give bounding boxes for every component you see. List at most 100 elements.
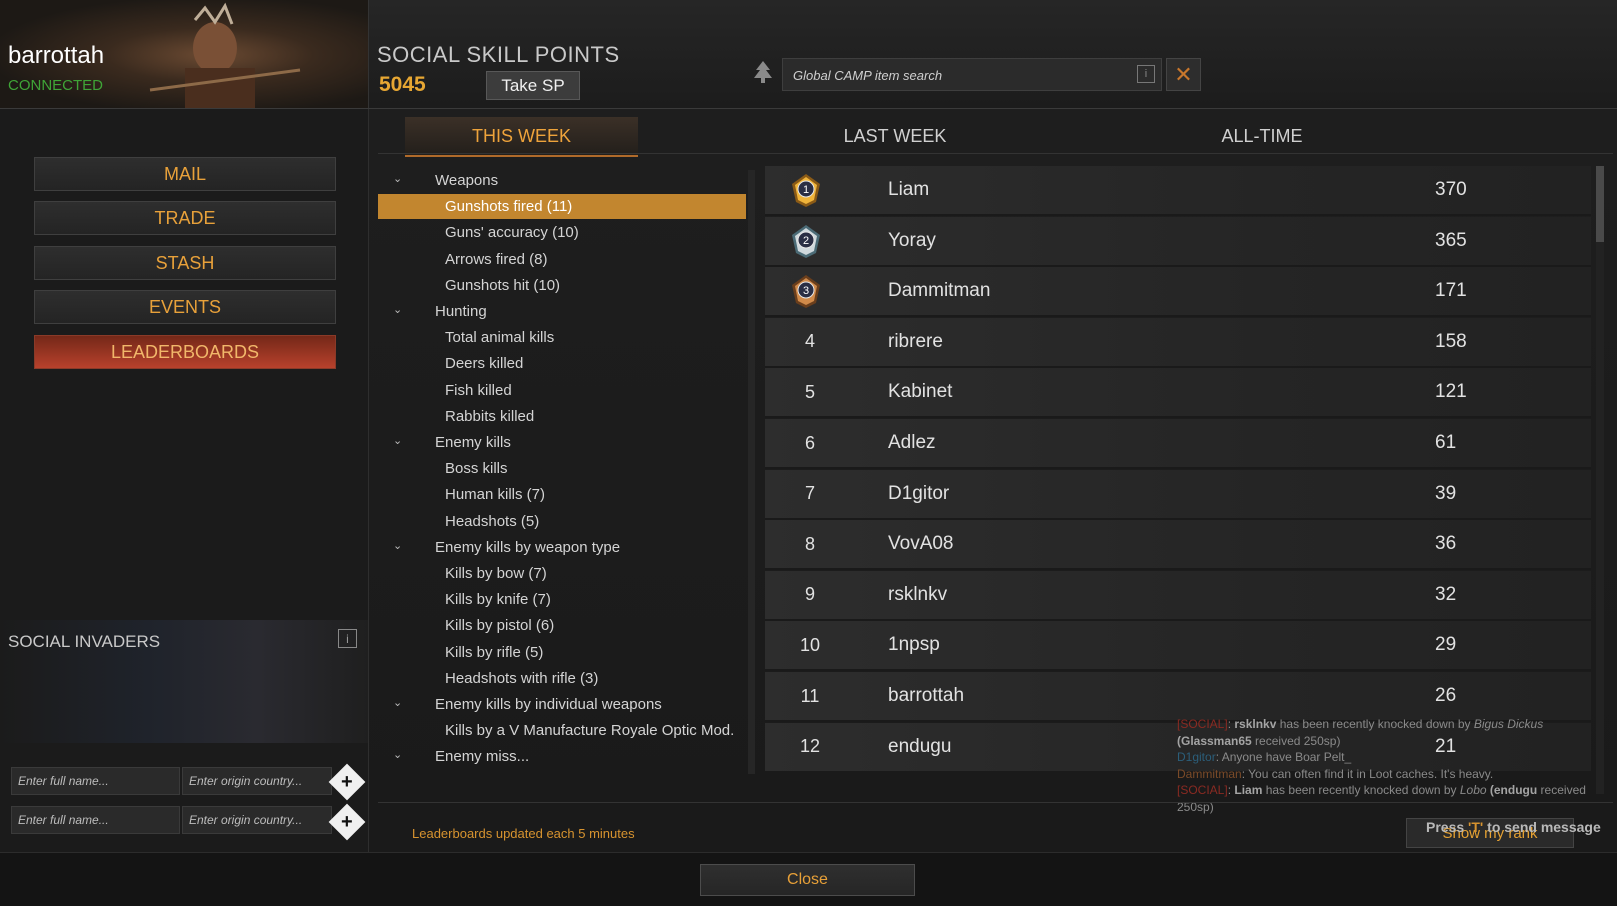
player-name-cell: Dammitman [888, 280, 991, 302]
table-row[interactable]: 6 Adlez 61 [765, 419, 1591, 469]
tree-group[interactable]: ⌄ Enemy kills by individual weapons [378, 692, 746, 717]
hint-text: Press [1426, 819, 1469, 835]
tab-this-week[interactable]: THIS WEEK [405, 117, 638, 157]
rank-number: 7 [804, 483, 815, 504]
nav-events-button[interactable]: EVENTS [34, 290, 336, 324]
tree-item[interactable]: Kills by rifle (5) [378, 640, 746, 665]
chat-line: [SOCIAL]: Liam has been recently knocked… [1177, 783, 1586, 814]
tree-label: Kills by pistol (6) [445, 617, 555, 635]
close-button[interactable]: Close [700, 864, 915, 896]
tree-item[interactable]: Boss kills [378, 456, 746, 481]
tree-label: Fish killed [445, 381, 512, 399]
chevron-down-icon[interactable]: ⌄ [393, 303, 402, 316]
tree-item[interactable]: Rabbits killed [378, 404, 746, 429]
tree-item[interactable]: Total animal kills [378, 325, 746, 350]
tree-label: Enemy miss... [435, 748, 530, 766]
take-sp-button[interactable]: Take SP [486, 71, 580, 100]
chat-tag: [SOCIAL] [1177, 717, 1228, 731]
rank-number: 6 [804, 432, 815, 453]
chat-user: (endugu [1489, 783, 1538, 797]
player-name-cell: Liam [888, 179, 930, 200]
tree-group[interactable]: ⌄ Enemy kills [378, 430, 746, 455]
tree-item[interactable]: Gunshots hit (10) [378, 273, 746, 298]
chat-user: (Glassman65 [1177, 733, 1252, 748]
score-cell: 36 [1435, 533, 1457, 555]
rank-number: 11 [800, 685, 820, 706]
chevron-down-icon[interactable]: ⌄ [393, 434, 402, 447]
invader-name-field-2[interactable] [11, 806, 180, 834]
tree-item[interactable]: Deers killed [378, 351, 746, 376]
player-name-cell: D1gitor [888, 482, 950, 504]
table-row[interactable]: 2 Yoray 365 [765, 216, 1591, 267]
table-row[interactable]: 3 Dammitman 171 [765, 267, 1591, 318]
leaderboard-scrollbar[interactable] [1596, 166, 1604, 794]
nav-trade-button[interactable]: TRADE [34, 201, 336, 235]
tree-item[interactable]: Kills by pistol (6) [378, 613, 746, 638]
tree-item[interactable]: Headshots (5) [378, 509, 746, 534]
nav-leaderboards-button[interactable]: LEADERBOARDS [34, 335, 336, 369]
tab-last-week[interactable]: LAST WEEK [745, 117, 1045, 155]
tree-item[interactable]: Gunshots fired (11) [378, 194, 746, 220]
tree-label: Gunshots hit (10) [445, 276, 561, 294]
leaderboard-table: 1 Liam 370 2 Yoray 365 3 Dammitman 171 4 ribrere 15… [765, 166, 1591, 794]
tab-all-time[interactable]: ALL-TIME [1112, 117, 1412, 155]
player-name-cell: barrottah [888, 685, 965, 706]
tree-label: Enemy kills [435, 434, 511, 451]
invader-country-field-2[interactable] [182, 806, 332, 834]
rank-medal-icon: 2 [792, 224, 820, 258]
player-name-cell: rsklnkv [888, 583, 948, 605]
invader-name-field-1[interactable] [11, 767, 180, 795]
tree-group[interactable]: ⌄ Hunting [378, 299, 746, 324]
table-row[interactable]: 11 barrottah 26 [765, 672, 1591, 722]
tree-group[interactable]: ⌄ Weapons [378, 168, 746, 193]
score-cell: 32 [1435, 583, 1457, 605]
chevron-down-icon[interactable]: ⌄ [393, 696, 402, 709]
medal-rank: 3 [803, 285, 809, 297]
nav-stash-button[interactable]: STASH [34, 246, 336, 280]
chat-line: Dammitman: You can often find it in Loot… [1177, 766, 1602, 783]
table-row[interactable]: 8 VovA08 36 [765, 520, 1591, 571]
chevron-down-icon[interactable]: ⌄ [393, 539, 402, 552]
ssp-value: 5045 [379, 73, 426, 96]
nav-mail-button[interactable]: MAIL [34, 157, 336, 191]
chat-user: Lobo [1459, 783, 1487, 797]
chat-user: Bigus Dickus [1473, 717, 1544, 731]
invader-country-field-1[interactable] [182, 767, 332, 795]
tree-group[interactable]: ⌄ Enemy miss... [378, 744, 746, 769]
chevron-down-icon[interactable]: ⌄ [393, 172, 402, 185]
tree-label: Weapons [435, 172, 499, 189]
connection-status: CONNECTED [8, 77, 104, 94]
close-icon[interactable]: ✕ [1166, 58, 1201, 91]
tree-group[interactable]: ⌄ Enemy kills by weapon type [378, 535, 746, 560]
table-row[interactable]: 7 D1gitor 39 [765, 469, 1591, 520]
table-row[interactable]: 9 rsklnkv 32 [765, 570, 1591, 621]
tree-item[interactable]: Arrows fired (8) [378, 247, 746, 272]
chat-line: (Glassman65 received 250sp) [1177, 733, 1602, 750]
table-row[interactable]: 10 1npsp 29 [765, 621, 1591, 672]
tree-label: Headshots (5) [445, 512, 540, 530]
table-row[interactable]: 5 Kabinet 121 [765, 368, 1591, 419]
table-row[interactable]: 1 Liam 370 [765, 166, 1591, 216]
tree-label: Guns' accuracy (10) [445, 224, 579, 242]
tree-item[interactable]: Headshots with rifle (3) [378, 666, 746, 691]
score-cell: 171 [1435, 280, 1467, 302]
tree-item[interactable]: Human kills (7) [378, 482, 746, 507]
tree-scrollbar[interactable] [748, 170, 755, 774]
info-icon[interactable]: i [338, 629, 357, 648]
info-icon[interactable]: i [1137, 65, 1155, 83]
tree-item[interactable]: Kills by knife (7) [378, 587, 746, 612]
chevron-down-icon[interactable]: ⌄ [393, 748, 402, 761]
chat-user: Liam [1234, 783, 1263, 797]
tree-item[interactable]: Fish killed [378, 378, 746, 403]
tree-item[interactable]: Kills by bow (7) [378, 561, 746, 586]
tree-item[interactable]: Guns' accuracy (10) [378, 220, 746, 245]
leaderboard-scroll-thumb[interactable] [1596, 166, 1604, 242]
tree-item[interactable]: Kills by a V Manufacture Royale Optic Mo… [378, 718, 746, 743]
medal-rank: 2 [803, 235, 809, 247]
invaders-title: SOCIAL INVADERS [8, 632, 161, 651]
table-row[interactable]: 4 ribrere 158 [765, 317, 1591, 368]
camp-tree-icon [752, 60, 774, 84]
score-cell: 121 [1435, 381, 1467, 403]
tree-label: Hunting [435, 303, 487, 320]
search-input[interactable] [793, 65, 1123, 85]
